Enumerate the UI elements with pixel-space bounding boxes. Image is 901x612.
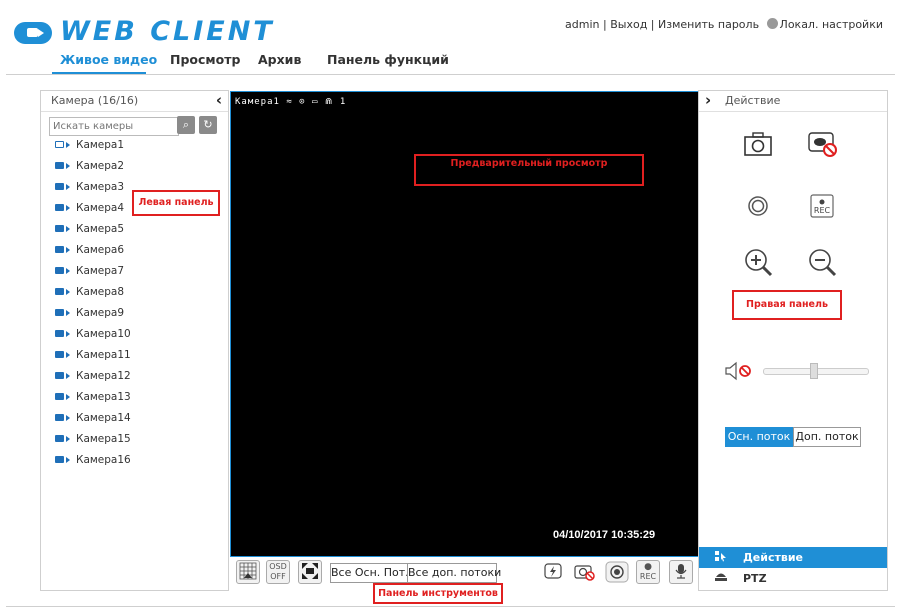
camera-list-item[interactable]: Камера12 — [55, 370, 131, 388]
sub-stream-button[interactable]: Доп. поток — [793, 427, 861, 447]
camera-list-item[interactable]: Камера9 — [55, 307, 124, 325]
tab-archive[interactable]: Архив — [258, 52, 301, 67]
snapshot-icon[interactable] — [741, 129, 775, 157]
collapse-left-icon[interactable]: ‹ — [216, 91, 222, 109]
camera-icon — [55, 372, 64, 379]
fullscreen-icon[interactable] — [298, 560, 322, 584]
logo-camera-lens-icon — [38, 29, 44, 37]
header-divider — [6, 74, 895, 75]
mute-speaker-icon[interactable] — [723, 361, 759, 381]
camera-list-item[interactable]: Камера13 — [55, 391, 131, 409]
camera-icon — [55, 225, 64, 232]
camera-list-item[interactable]: Камера16 — [55, 454, 131, 472]
record-all-icon[interactable] — [605, 561, 629, 583]
change-password-link[interactable]: Изменить пароль — [658, 18, 759, 31]
annotation-toolbar: Панель инструментов — [373, 583, 503, 604]
camera-icon — [55, 267, 64, 274]
top-links: admin | Выход | Изменить пароль Локал. н… — [565, 18, 883, 31]
camera-icon — [55, 288, 64, 295]
collapse-right-icon[interactable]: › — [705, 91, 711, 109]
volume-slider-handle[interactable] — [810, 363, 818, 379]
camera-count-title: Камера (16/16) — [51, 94, 139, 107]
camera-list-item[interactable]: Камера5 — [55, 223, 124, 241]
camera-icon — [55, 414, 64, 421]
camera-list-item[interactable]: Камера3 — [55, 181, 124, 199]
main-stream-button[interactable]: Осн. поток — [725, 427, 793, 447]
tab-playback[interactable]: Просмотр — [170, 52, 240, 67]
right-panel: › Действие REC Осн. поток Доп. поток Дей… — [698, 90, 888, 591]
camera-list-item[interactable]: Камера7 — [55, 265, 124, 283]
camera-icon — [55, 435, 64, 442]
annotation-right-panel: Правая панель — [732, 290, 842, 320]
camera-list-item[interactable]: Камера15 — [55, 433, 131, 451]
left-panel: Камера (16/16) ‹ ⌕ ↻ Камера1 Камера2 Кам… — [40, 90, 229, 591]
zoom-in-icon[interactable] — [741, 245, 775, 279]
camera-list-item[interactable]: Камера10 — [55, 328, 131, 346]
tab-live-video[interactable]: Живое видео — [60, 52, 157, 67]
layout-grid-icon[interactable] — [236, 560, 260, 584]
camera-icon — [55, 309, 64, 316]
all-sub-streams-button[interactable]: Все доп. потоки — [407, 563, 501, 583]
camera-icon — [55, 162, 64, 169]
video-osd-title: Камера1 ≈ ⊙ ▭ ⋒ 1 — [235, 97, 347, 107]
separator: | — [650, 18, 655, 31]
user-name: admin — [565, 18, 600, 31]
camera-list-item[interactable]: Камера1 — [55, 139, 124, 157]
camera-icon — [55, 393, 64, 400]
ptz-dome-icon — [715, 572, 727, 583]
tab-function-panel[interactable]: Панель функций — [327, 52, 449, 67]
logout-link[interactable]: Выход — [610, 18, 647, 31]
annotation-preview: Предварительный просмотр — [414, 154, 644, 186]
right-panel-header: › Действие — [699, 91, 887, 112]
local-settings-link[interactable]: Локал. настройки — [780, 18, 883, 31]
search-icon[interactable]: ⌕ — [177, 116, 195, 134]
record-icon[interactable] — [741, 191, 775, 219]
camera-search-input[interactable] — [49, 117, 179, 136]
gear-icon — [766, 18, 778, 29]
osd-toggle-button[interactable]: OSD OFF — [266, 560, 290, 584]
disable-snapshot-icon[interactable] — [805, 129, 839, 157]
camera-icon — [55, 351, 64, 358]
snapshot-all-icon[interactable] — [573, 562, 597, 582]
rec-all-button[interactable]: ● REC — [636, 560, 660, 584]
logo-camera-icon — [27, 28, 38, 37]
camera-icon — [55, 246, 64, 253]
camera-list-item[interactable]: Камера8 — [55, 286, 124, 304]
camera-list-item[interactable]: Камера14 — [55, 412, 131, 430]
footer-divider — [6, 606, 895, 607]
video-timestamp: 04/10/2017 10:35:29 — [553, 529, 656, 541]
camera-open-icon — [55, 141, 64, 148]
camera-list-item[interactable]: Камера2 — [55, 160, 124, 178]
camera-icon — [55, 330, 64, 337]
camera-list-item[interactable]: Камера4 — [55, 202, 124, 220]
camera-lens-icon — [66, 142, 70, 148]
action-icon — [715, 551, 727, 562]
annotation-left-panel: Левая панель — [132, 190, 220, 216]
rec-button[interactable]: REC — [805, 191, 839, 219]
logo-text: WEB CLIENT — [60, 16, 275, 47]
camera-icon — [55, 456, 64, 463]
refresh-icon[interactable]: ↻ — [199, 116, 217, 134]
tab-action[interactable]: Действие — [699, 547, 887, 568]
camera-list-item[interactable]: Камера6 — [55, 244, 124, 262]
right-panel-title: Действие — [725, 94, 781, 107]
camera-list-item[interactable]: Камера11 — [55, 349, 131, 367]
tab-ptz[interactable]: PTZ — [699, 568, 887, 589]
zoom-out-icon[interactable] — [805, 245, 839, 279]
left-panel-header: Камера (16/16) ‹ — [41, 91, 228, 112]
alarm-output-icon[interactable] — [543, 562, 563, 582]
separator: | — [603, 18, 607, 31]
camera-icon — [55, 183, 64, 190]
camera-icon — [55, 204, 64, 211]
microphone-icon[interactable] — [669, 560, 693, 584]
all-main-streams-button[interactable]: Все Осн. Пот. — [330, 563, 409, 583]
